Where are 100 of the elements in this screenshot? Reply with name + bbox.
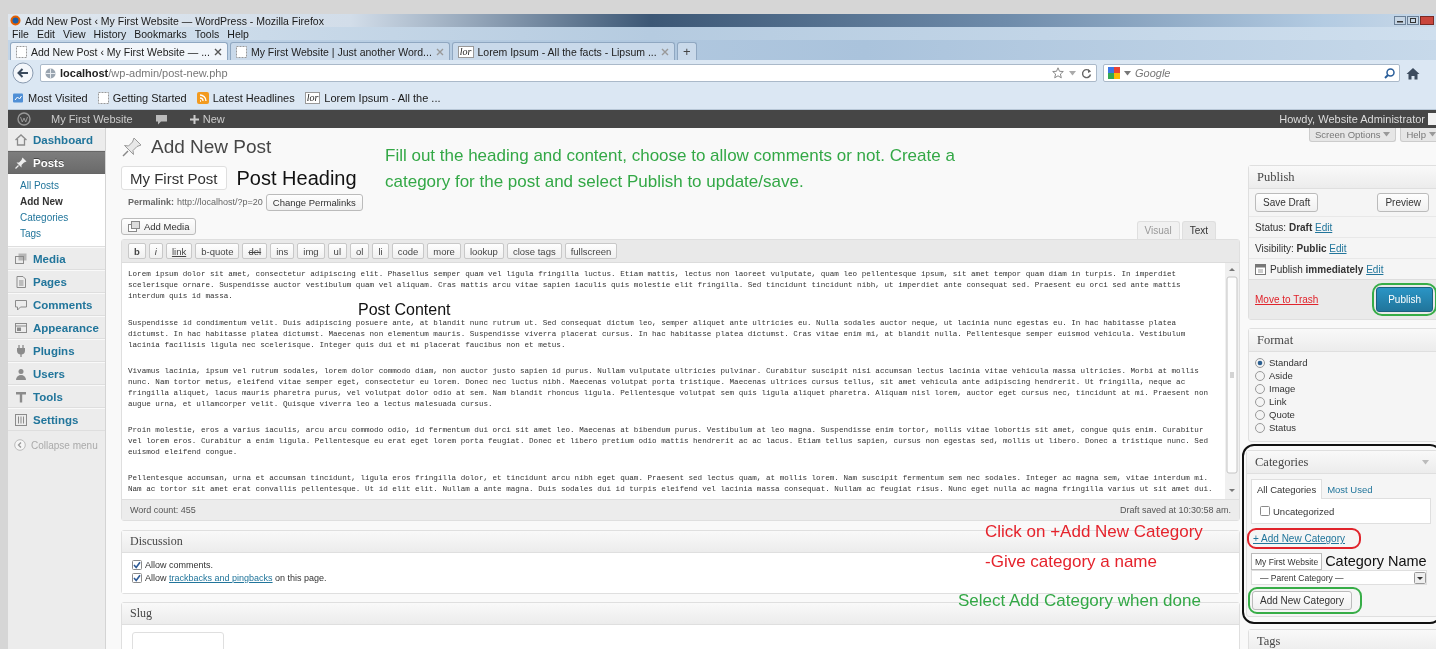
edit-link[interactable]: Edit bbox=[1315, 221, 1333, 233]
toolbar-button[interactable]: ol bbox=[350, 243, 370, 259]
menu-item[interactable]: Media bbox=[8, 247, 105, 270]
submenu-item[interactable]: Categories bbox=[8, 210, 105, 226]
checkbox[interactable] bbox=[1260, 506, 1270, 516]
star-icon[interactable] bbox=[1052, 67, 1064, 79]
category-name-field[interactable]: My First Website bbox=[1251, 553, 1323, 570]
toolbar-button[interactable]: link bbox=[165, 243, 193, 259]
logo-icon[interactable] bbox=[17, 112, 31, 126]
parent-category-select[interactable]: — Parent Category — bbox=[1251, 570, 1427, 585]
radio-button[interactable] bbox=[1255, 370, 1265, 381]
panel-title[interactable]: Categories bbox=[1255, 454, 1309, 470]
speech-bubble-icon[interactable] bbox=[154, 113, 168, 125]
toolbar-button[interactable]: close tags bbox=[506, 243, 562, 259]
bookmark-item[interactable]: Latest Headlines bbox=[196, 91, 295, 104]
help-button[interactable]: Help bbox=[1400, 128, 1436, 142]
status-text: Status: Draft Edit bbox=[1255, 221, 1333, 233]
page-icon bbox=[14, 274, 28, 289]
search-field[interactable]: Google bbox=[1103, 64, 1400, 82]
new-content-menu[interactable]: New bbox=[178, 110, 236, 128]
radio-button[interactable] bbox=[1255, 396, 1265, 407]
publish-button[interactable]: Publish bbox=[1376, 287, 1433, 312]
menu-item[interactable]: Users bbox=[8, 362, 105, 385]
caret-icon bbox=[1429, 132, 1436, 137]
panel-title[interactable]: Publish bbox=[1257, 169, 1295, 185]
toolbar-button[interactable]: li bbox=[372, 243, 389, 259]
menu-item[interactable]: Tools bbox=[194, 27, 220, 40]
toolbar-button[interactable]: code bbox=[391, 243, 425, 259]
save-draft-button[interactable]: Save Draft bbox=[1255, 193, 1319, 212]
title-field[interactable]: My First Post bbox=[121, 166, 227, 190]
address-field[interactable]: localhost/wp-admin/post-new.php bbox=[40, 64, 1097, 82]
radio-button[interactable] bbox=[1255, 383, 1265, 394]
edit-link[interactable]: Edit bbox=[1366, 263, 1384, 275]
maximize-icon[interactable] bbox=[1407, 16, 1419, 25]
category-tab[interactable]: Most Used bbox=[1322, 480, 1378, 499]
browser-tab[interactable]: lor Lorem Ipsum - All the facts - Lipsum ... bbox=[451, 42, 675, 60]
submenu-item[interactable]: Add New bbox=[8, 194, 105, 210]
checkbox[interactable] bbox=[132, 560, 142, 570]
radio-button[interactable] bbox=[1255, 409, 1265, 420]
menu-item[interactable]: Appearance bbox=[8, 316, 105, 339]
submenu-item[interactable]: All Posts bbox=[8, 178, 105, 194]
photos-icon bbox=[128, 221, 140, 232]
screen-options-button[interactable]: Screen Options bbox=[1308, 128, 1397, 142]
home-icon[interactable] bbox=[1406, 66, 1420, 80]
menu-item[interactable]: Comments bbox=[8, 293, 105, 316]
toolbar-button[interactable]: lookup bbox=[463, 243, 504, 259]
reload-icon[interactable] bbox=[1081, 67, 1092, 79]
radio-button[interactable] bbox=[1255, 422, 1265, 433]
slug-field[interactable] bbox=[132, 632, 224, 649]
panel-title[interactable]: Slug bbox=[130, 606, 152, 621]
browser-tab[interactable]: My First Website | Just another Word... bbox=[229, 42, 450, 60]
menu-item[interactable]: Plugins bbox=[8, 339, 105, 362]
browser-tab[interactable]: Add New Post ‹ My First Website — ... bbox=[10, 42, 228, 60]
toolbar-button[interactable]: fullscreen bbox=[564, 243, 618, 259]
new-tab-button[interactable]: + bbox=[676, 42, 697, 60]
menu-item[interactable]: Help bbox=[227, 27, 249, 40]
toolbar-button[interactable]: b bbox=[128, 243, 146, 259]
menu-item[interactable]: Edit bbox=[36, 27, 55, 40]
checkbox[interactable] bbox=[132, 573, 142, 583]
menu-item[interactable]: File bbox=[12, 27, 29, 40]
bookmark-item[interactable]: Getting Started bbox=[97, 91, 187, 104]
search-icon[interactable] bbox=[1384, 67, 1395, 79]
close-icon[interactable] bbox=[213, 47, 222, 56]
add-media-button[interactable]: Add Media bbox=[121, 218, 197, 235]
menu-item[interactable]: View bbox=[63, 27, 86, 40]
link[interactable]: trackbacks and pingbacks bbox=[169, 573, 273, 583]
move-to-trash-link[interactable]: Move to Trash bbox=[1255, 294, 1319, 305]
site-name-link[interactable]: My First Website bbox=[40, 110, 144, 128]
toolbar-button[interactable]: ins bbox=[270, 243, 295, 259]
panel-title[interactable]: Discussion bbox=[130, 534, 183, 549]
scrollbar[interactable] bbox=[1225, 263, 1239, 499]
menu-item[interactable]: Pages bbox=[8, 270, 105, 293]
toolbar-button[interactable]: del bbox=[242, 243, 268, 259]
toolbar-button[interactable]: more bbox=[427, 243, 461, 259]
editor-tab[interactable]: Text bbox=[1181, 221, 1216, 239]
menu-item[interactable]: Posts bbox=[8, 151, 105, 174]
toolbar-button[interactable]: b-quote bbox=[195, 243, 240, 259]
menu-item[interactable]: History bbox=[93, 27, 127, 40]
toolbar-button[interactable]: i bbox=[148, 243, 163, 259]
minimize-icon[interactable] bbox=[1394, 16, 1406, 25]
panel-title[interactable]: Format bbox=[1257, 332, 1294, 348]
toolbar-button[interactable]: img bbox=[297, 243, 325, 259]
radio-button[interactable] bbox=[1255, 357, 1265, 368]
panel-title[interactable]: Tags bbox=[1257, 633, 1281, 649]
add-new-category-link[interactable]: + Add New Category bbox=[1253, 533, 1345, 544]
toolbar-button[interactable]: ul bbox=[327, 243, 347, 259]
category-tab[interactable]: All Categories bbox=[1251, 479, 1323, 499]
back-button[interactable] bbox=[12, 62, 34, 84]
change-permalinks-button[interactable]: Change Permalinks bbox=[265, 193, 363, 211]
menu-item[interactable]: Bookmarks bbox=[134, 27, 187, 40]
add-new-category-button[interactable]: Add New Category bbox=[1252, 591, 1352, 610]
menu-item[interactable]: Settings bbox=[8, 408, 105, 431]
bookmark-item[interactable]: lor Lorem Ipsum - All the ... bbox=[304, 91, 441, 104]
submenu-item[interactable]: Tags bbox=[8, 226, 105, 242]
menu-item[interactable]: Tools bbox=[8, 385, 105, 408]
bookmark-item[interactable]: Most Visited bbox=[12, 91, 88, 104]
checkbox-label: Uncategorized bbox=[1273, 505, 1335, 517]
preview-button[interactable]: Preview bbox=[1377, 193, 1429, 212]
greeting-text[interactable]: Howdy, Website Administrator bbox=[1269, 113, 1428, 125]
edit-link[interactable]: Edit bbox=[1329, 242, 1347, 254]
